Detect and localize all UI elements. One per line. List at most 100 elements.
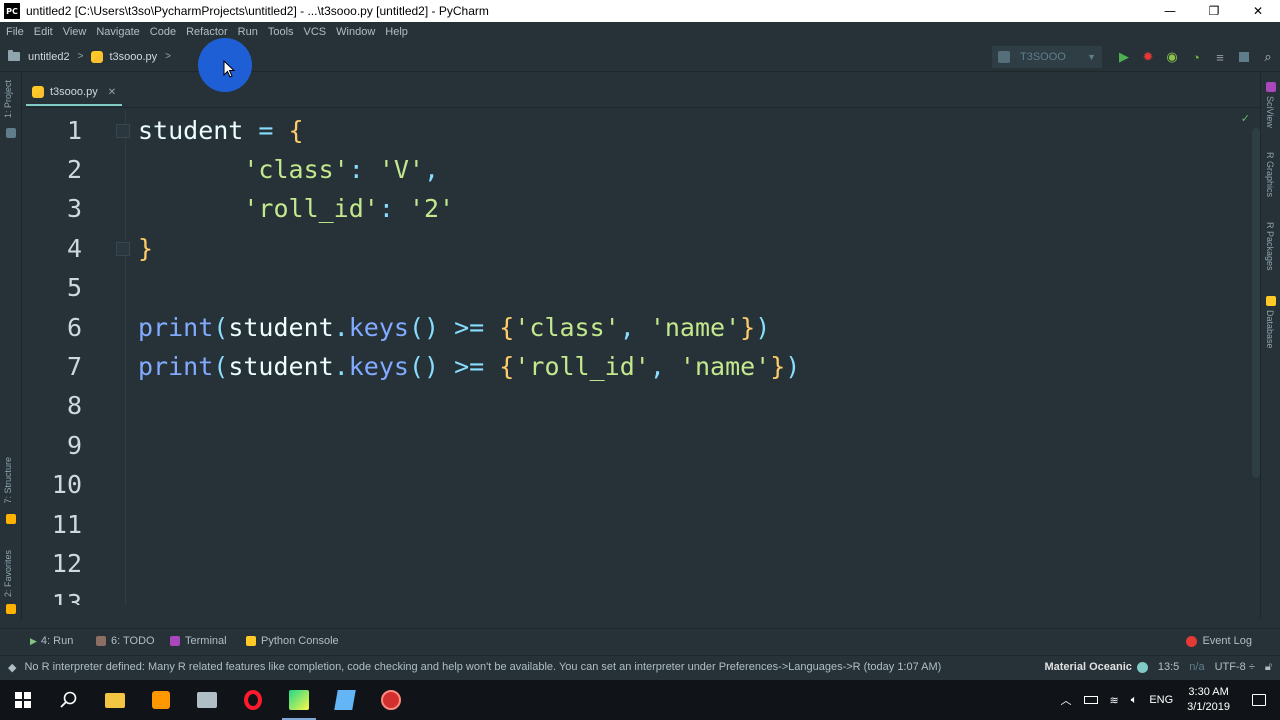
line-number: 1	[66, 116, 82, 145]
todo-icon	[96, 636, 106, 646]
run-config-label: T3SOOO	[1020, 51, 1066, 63]
line-separator[interactable]: n/a	[1189, 661, 1204, 673]
fold-marker-icon[interactable]	[116, 124, 130, 138]
line-number: 3	[66, 194, 82, 223]
menu-navigate[interactable]: Navigate	[91, 22, 144, 42]
run-config-select[interactable]: T3SOOO ▼	[992, 46, 1102, 68]
close-button[interactable]: ✕	[1236, 0, 1280, 22]
line-number: 12	[51, 549, 82, 578]
tab-t3sooo-py[interactable]: t3sooo.py ✕	[26, 80, 123, 106]
breadcrumb-separator: >	[77, 51, 84, 62]
terminal-icon	[170, 636, 180, 646]
python-console-tool-label: Python Console	[261, 635, 339, 647]
debug-button[interactable]: ✹	[1136, 46, 1160, 68]
menu-file[interactable]: File	[0, 22, 29, 42]
project-icon	[6, 128, 16, 138]
menu-view[interactable]: View	[58, 22, 92, 42]
coverage-button[interactable]: ◉	[1160, 46, 1184, 68]
sublime-text-icon	[152, 691, 170, 709]
error-badge-icon	[1186, 635, 1198, 647]
line-number-gutter: 1 2 3 4 5 6 7 8 9 10 11 12 13	[22, 110, 126, 605]
play-icon: ▶	[1119, 49, 1129, 64]
menu-help[interactable]: Help	[380, 22, 413, 42]
r-graphics-tool-tab[interactable]: R Graphics	[1265, 152, 1275, 197]
breadcrumb-separator: >	[165, 51, 171, 62]
status-message[interactable]: ◆ No R interpreter defined: Many R relat…	[8, 656, 941, 678]
code-line: print(student.keys() >= {'class', 'name'…	[138, 313, 771, 342]
favorites-tool-tab[interactable]: 2: Favorites	[3, 550, 13, 597]
input-language[interactable]: ENG	[1143, 694, 1179, 706]
windows-taskbar: ︿ ≋ 🔈︎ ENG 3:30 AM 3/1/2019	[0, 680, 1280, 720]
status-widgets: Material Oceanic 13:5 n/a UTF-8 ÷ 🔓︎	[1034, 656, 1272, 678]
clock-time: 3:30 AM	[1188, 686, 1229, 698]
restore-button[interactable]: ❐	[1192, 0, 1236, 22]
notification-icon[interactable]	[1238, 694, 1280, 706]
concurrency-button[interactable]: ≡	[1208, 46, 1232, 68]
fold-marker-icon[interactable]	[116, 242, 130, 256]
python-console-icon	[246, 636, 256, 646]
search-icon: ⌕	[1264, 49, 1272, 64]
clock[interactable]: 3:30 AM 3/1/2019	[1179, 685, 1238, 715]
editor-scrollbar[interactable]	[1252, 128, 1260, 478]
search-icon	[60, 691, 77, 708]
mouse-pointer-icon	[223, 60, 236, 78]
start-button[interactable]	[0, 680, 46, 720]
menu-edit[interactable]: Edit	[29, 22, 58, 42]
wifi-icon[interactable]: ≋	[1104, 694, 1125, 707]
event-log-button[interactable]: Event Log	[1186, 629, 1252, 653]
lock-icon[interactable]: 🔓︎	[1265, 661, 1272, 674]
file-explorer-icon	[105, 692, 125, 708]
app-window-icon	[197, 692, 217, 708]
theme-name[interactable]: Material Oceanic	[1044, 661, 1131, 673]
volume-icon[interactable]: 🔈︎	[1125, 694, 1144, 707]
breadcrumb-file[interactable]: t3sooo.py	[109, 51, 157, 63]
taskbar-pycharm[interactable]	[276, 680, 322, 720]
code-line: student = {	[138, 116, 304, 145]
taskbar-generic-app[interactable]	[184, 680, 230, 720]
taskbar-sublime-text[interactable]	[138, 680, 184, 720]
minimize-button[interactable]: —	[1148, 0, 1192, 22]
caret-position[interactable]: 13:5	[1158, 661, 1179, 673]
pycharm-logo-icon: PC	[4, 3, 20, 19]
coverage-icon: ◉	[1166, 49, 1178, 64]
structure-icon	[6, 514, 16, 524]
structure-tool-tab[interactable]: 7: Structure	[3, 457, 13, 504]
menu-window[interactable]: Window	[331, 22, 380, 42]
run-tool-button[interactable]: ▶ 4: Run	[30, 629, 73, 653]
menu-tools[interactable]: Tools	[263, 22, 299, 42]
close-icon[interactable]: ✕	[108, 87, 116, 98]
code-editor[interactable]: 1 2 3 4 5 6 7 8 9 10 11 12 13 student = …	[22, 110, 1254, 605]
menu-code[interactable]: Code	[145, 22, 181, 42]
taskbar-screen-recorder[interactable]	[368, 680, 414, 720]
taskbar-opera[interactable]	[230, 680, 276, 720]
run-button[interactable]: ▶	[1112, 46, 1136, 68]
chevron-up-icon[interactable]: ︿	[1055, 692, 1078, 708]
line-number: 2	[66, 155, 82, 184]
menu-run[interactable]: Run	[233, 22, 263, 42]
right-tool-strip: SciView R Graphics R Packages Database	[1260, 72, 1280, 620]
menu-bar: File Edit View Navigate Code Refactor Ru…	[0, 22, 1280, 42]
battery-icon[interactable]	[1078, 696, 1104, 704]
file-encoding[interactable]: UTF-8 ÷	[1215, 661, 1255, 673]
r-packages-tool-tab[interactable]: R Packages	[1265, 222, 1275, 271]
search-button[interactable]	[46, 680, 92, 720]
python-console-tool-button[interactable]: Python Console	[246, 629, 339, 653]
database-tool-tab[interactable]: Database	[1265, 310, 1275, 349]
windows-logo-icon	[15, 692, 31, 708]
breadcrumb-project[interactable]: untitled2	[28, 51, 70, 63]
run-toolbar: T3SOOO ▼ ▶ ✹ ◉ ◔ ≡ ⌕	[992, 42, 1280, 72]
sciview-icon	[1266, 82, 1276, 92]
line-number: 10	[51, 470, 82, 499]
terminal-tool-button[interactable]: Terminal	[170, 629, 227, 653]
stop-button[interactable]	[1232, 46, 1256, 68]
profile-button[interactable]: ◔	[1184, 46, 1208, 68]
taskbar-file-explorer[interactable]	[92, 680, 138, 720]
star-icon	[6, 604, 16, 614]
bug-icon: ✹	[1142, 49, 1154, 64]
taskbar-app-blue[interactable]	[322, 680, 368, 720]
sciview-tool-tab[interactable]: SciView	[1265, 96, 1275, 128]
todo-tool-button[interactable]: 6: TODO	[96, 629, 155, 653]
search-everywhere-button[interactable]: ⌕	[1256, 46, 1280, 68]
project-tool-tab[interactable]: 1: Project	[3, 80, 13, 118]
menu-vcs[interactable]: VCS	[299, 22, 332, 42]
